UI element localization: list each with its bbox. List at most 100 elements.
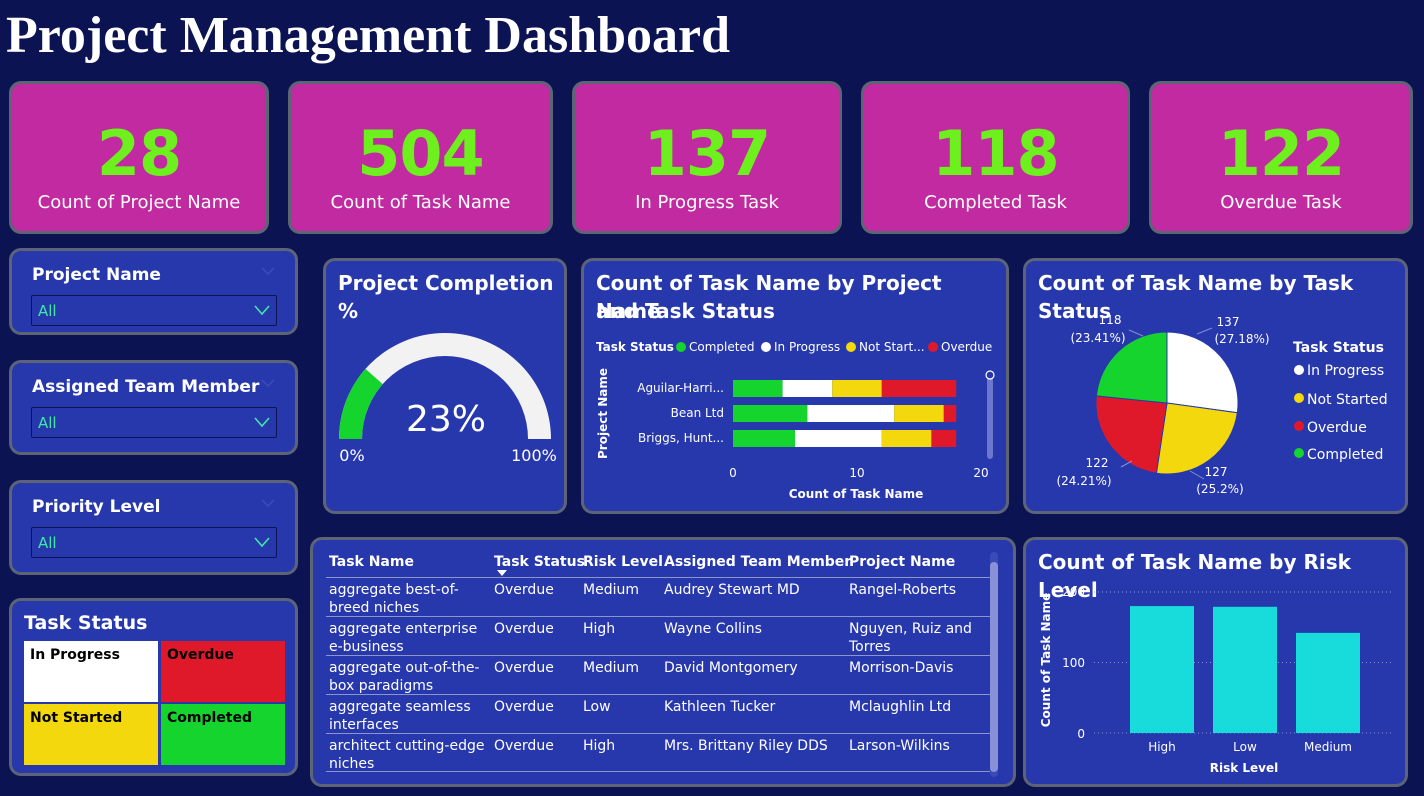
column-header-project-name[interactable]: Project Name <box>849 552 955 572</box>
cell-task-name: aggregate out-of-the-box paradigms <box>329 660 480 694</box>
slicer-value: All <box>38 534 57 552</box>
slicer-dropdown[interactable]: All <box>31 527 277 558</box>
slicer-priority-level: Priority Level All <box>9 480 298 575</box>
table-row[interactable]: aggregate best-of-breed niches Overdue M… <box>326 577 991 616</box>
y-axis-label: Count of Task Name <box>1039 593 1053 728</box>
slicer-value: All <box>38 414 57 432</box>
pie-slice <box>1155 402 1238 475</box>
legend-in-progress: In Progress <box>774 340 840 354</box>
cell-task-name: aggregate best-of-breed niches <box>329 582 459 616</box>
legend-title: Task Status <box>24 612 148 634</box>
cell-risk-level: High <box>583 738 616 754</box>
page-title: Project Management Dashboard <box>6 7 731 64</box>
kpi-card-completed: 118 Completed Task <box>861 81 1130 234</box>
risk-bar <box>1213 606 1277 733</box>
scroll-handle[interactable] <box>985 370 995 380</box>
cell-task-name: aggregate seamless interfaces <box>329 699 471 733</box>
cell-risk-level: Medium <box>583 582 639 598</box>
y-tick-label: 0 <box>1077 727 1085 741</box>
bar-segment <box>733 405 808 422</box>
chart-scrollbar[interactable] <box>987 373 993 459</box>
bar-segment <box>881 380 957 397</box>
bar-segment <box>807 405 895 422</box>
legend-not-started: Not Start... <box>859 340 925 354</box>
kpi-value: 504 <box>357 117 484 190</box>
bar-segment <box>733 380 783 397</box>
chevron-down-icon[interactable] <box>261 378 275 388</box>
column-header-risk-level[interactable]: Risk Level <box>583 552 663 572</box>
kpi-label: Completed Task <box>924 192 1067 213</box>
legend-in-progress: In Progress <box>1307 363 1384 379</box>
gauge-value: 23% <box>406 399 486 440</box>
cell-assigned-member: Wayne Collins <box>664 621 762 637</box>
column-header-assigned-team-member[interactable]: Assigned Team Member <box>664 552 851 572</box>
cell-task-status: Overdue <box>494 699 554 715</box>
cell-project-name: Larson-Wilkins <box>849 738 950 754</box>
risk-bar <box>1130 606 1194 733</box>
risk-bar-chart: Count of Task Name 200 100 0 High Low Medi… <box>1039 585 1394 775</box>
bar-segment <box>733 430 795 447</box>
cell-project-name: Morrison-Davis <box>849 660 954 676</box>
slicer-dropdown[interactable]: All <box>31 295 277 326</box>
legend-dot-in-progress <box>761 342 771 352</box>
x-tick-label: 10 <box>849 466 864 480</box>
pie-label-count: 118 <box>1099 313 1122 327</box>
y-tick-label: Briggs, Hunt... <box>638 431 724 445</box>
table-row[interactable]: aggregate out-of-the-box paradigms Overd… <box>326 655 991 694</box>
legend-overdue: Overdue <box>941 340 992 354</box>
cell-assigned-member: Mrs. Brittany Riley DDS <box>664 738 828 754</box>
slicer-title: Project Name <box>32 265 161 285</box>
pie-label-count: 137 <box>1217 315 1240 329</box>
kpi-card-in-progress: 137 In Progress Task <box>572 81 842 234</box>
y-tick-label: 100 <box>1062 656 1085 670</box>
slicer-title: Priority Level <box>32 497 161 517</box>
cell-assigned-member: David Montgomery <box>664 660 798 676</box>
pie-chart-card: Count of Task Name by Task Status Task S… <box>1023 258 1408 514</box>
cell-task-status: Overdue <box>494 738 554 754</box>
bar-segment <box>931 430 957 447</box>
chevron-down-icon[interactable] <box>254 304 270 316</box>
cell-task-status: Overdue <box>494 621 554 637</box>
table-scrollbar[interactable] <box>990 552 998 777</box>
stacked-bar-chart: Task Status Completed In Progress Not St… <box>596 340 995 501</box>
cell-assigned-member: Audrey Stewart MD <box>664 582 800 598</box>
slicer-dropdown[interactable]: All <box>31 407 277 438</box>
pie-label-pct: (24.21%) <box>1056 474 1111 488</box>
legend-dot-completed <box>1294 448 1304 458</box>
kpi-card-overdue: 122 Overdue Task <box>1149 81 1413 234</box>
x-tick-label: High <box>1148 740 1176 754</box>
table-scroll-thumb[interactable] <box>990 562 998 772</box>
pie-label-pct: (23.41%) <box>1070 331 1125 345</box>
gauge-title: Project Completion % <box>338 271 554 323</box>
legend-overdue: Overdue <box>1307 420 1367 436</box>
risk-bar <box>1296 632 1360 733</box>
column-header-task-name[interactable]: Task Name <box>329 552 414 572</box>
chevron-down-icon[interactable] <box>254 536 270 548</box>
legend-dot-not-started <box>846 342 856 352</box>
cell-task-status: Overdue <box>494 582 554 598</box>
kpi-label: Count of Task Name <box>330 192 511 213</box>
legend-dot-not-started <box>1294 393 1304 403</box>
table-row[interactable]: aggregate enterprise e-business Overdue H… <box>326 616 991 655</box>
chevron-down-icon[interactable] <box>254 416 270 428</box>
status-color-grid: In Progress Overdue Not Started Complete… <box>24 641 285 765</box>
column-header-task-status[interactable]: Task Status <box>494 552 585 572</box>
table-row[interactable]: aggregate seamless interfaces Overdue Low… <box>326 694 991 733</box>
x-tick-label: 0 <box>729 466 737 480</box>
kpi-value: 137 <box>643 117 771 190</box>
pie-leader-line <box>1189 470 1205 480</box>
pie-label-pct: (25.2%) <box>1196 482 1243 496</box>
task-status-legend: Task Status In Progress Overdue Not Star… <box>9 598 298 776</box>
table-row[interactable]: architect cutting-edge niches Overdue Hig… <box>326 733 991 772</box>
pie-label-count: 127 <box>1205 465 1228 479</box>
bar-segment <box>943 405 957 422</box>
bar-segment <box>832 380 882 397</box>
cell-assigned-member: Kathleen Tucker <box>664 699 776 715</box>
cell-project-name: Nguyen, Ruiz and Torres <box>849 621 972 655</box>
chevron-down-icon[interactable] <box>261 266 275 276</box>
slicer-assigned-team-member: Assigned Team Member All <box>9 360 298 455</box>
kpi-card-project-count: 28 Count of Project Name <box>9 81 269 234</box>
slicer-value: All <box>38 302 57 320</box>
sort-desc-icon[interactable] <box>497 570 507 576</box>
chevron-down-icon[interactable] <box>261 498 275 508</box>
